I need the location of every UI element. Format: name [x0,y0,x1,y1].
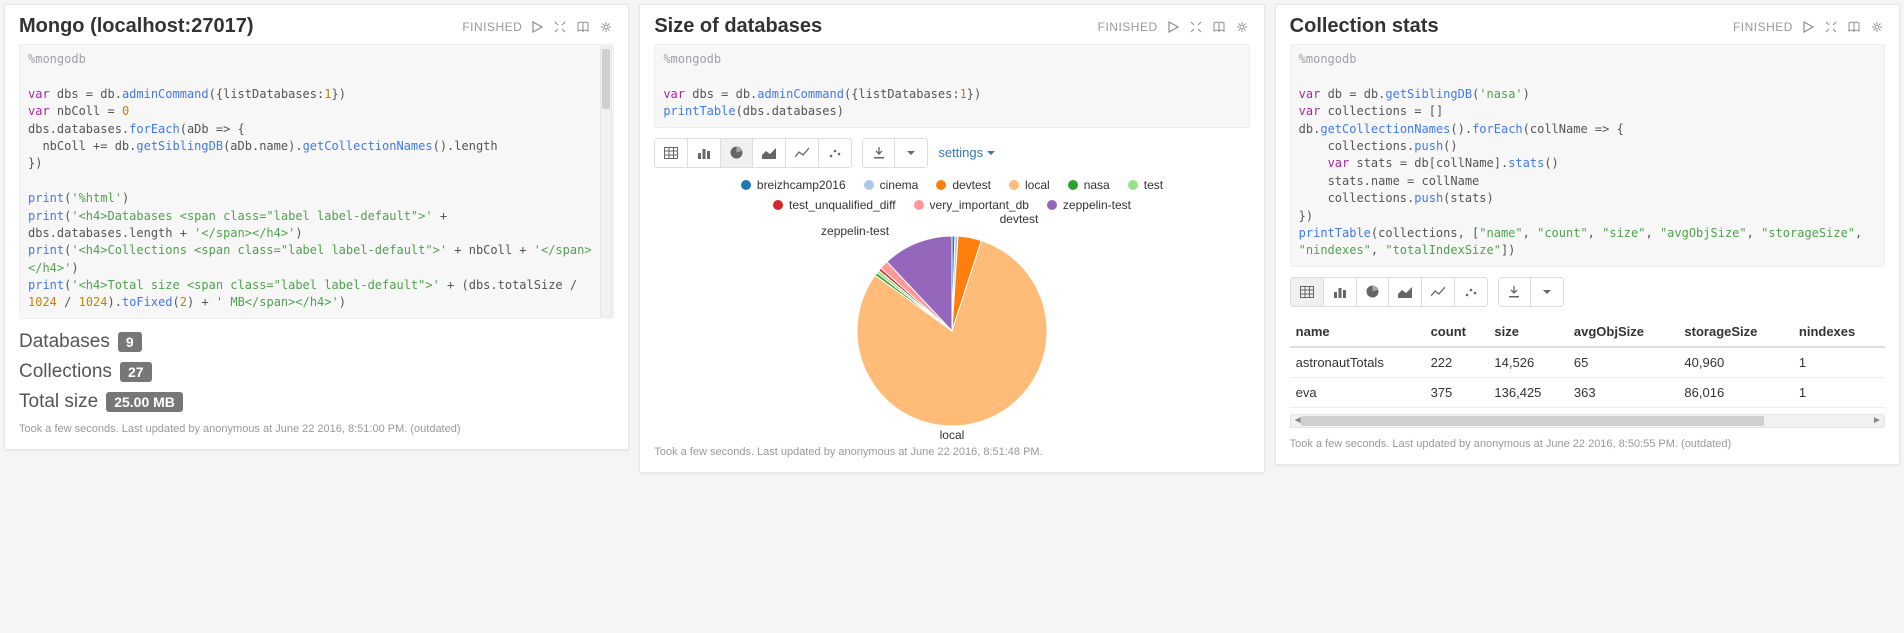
scatter-chart-button[interactable] [819,139,851,167]
horizontal-scrollbar[interactable]: ◄ ► [1290,414,1885,428]
table-row[interactable]: eva375136,42536386,0161 [1290,377,1885,407]
collapse-icon[interactable] [552,19,568,35]
column-header[interactable]: avgObjSize [1568,317,1679,347]
column-header[interactable]: nindexes [1793,317,1885,347]
pie-chart: devtest zeppelin-test local [654,216,1249,436]
area-chart-button[interactable] [1389,278,1422,306]
download-button[interactable] [863,139,895,167]
slice-label-zeppelin: zeppelin-test [821,224,889,238]
run-icon[interactable] [1800,19,1816,35]
code-editor[interactable]: %mongodb var dbs = db.adminCommand({list… [19,44,614,319]
status-badge: FINISHED [1733,20,1793,34]
pie-chart-button[interactable] [1357,278,1389,306]
legend-item[interactable]: local [1009,178,1050,192]
legend-swatch [914,200,924,210]
collections-summary: Collections 27 [19,361,614,383]
download-button[interactable] [1499,278,1531,306]
download-menu-button[interactable] [895,139,927,167]
legend-item[interactable]: breizhcamp2016 [741,178,846,192]
panel-actions: FINISHED [1733,19,1885,35]
legend-item[interactable]: test_unqualified_diff [773,198,896,212]
code-editor[interactable]: %mongodb var dbs = db.adminCommand({list… [654,44,1249,128]
gear-icon[interactable] [1234,19,1250,35]
run-icon[interactable] [1165,19,1181,35]
column-header[interactable]: size [1488,317,1567,347]
slice-label-devtest: devtest [1000,212,1039,226]
settings-link[interactable]: settings [938,145,995,160]
book-icon[interactable] [1846,19,1862,35]
scatter-chart-button[interactable] [1455,278,1487,306]
gear-icon[interactable] [598,19,614,35]
panel-footnote: Took a few seconds. Last updated by anon… [19,423,614,435]
table-view-button[interactable] [1291,278,1324,306]
slice-label-local: local [940,428,965,442]
panel-title: Collection stats [1290,15,1439,38]
table-row[interactable]: astronautTotals22214,5266540,9601 [1290,347,1885,378]
collapse-icon[interactable] [1188,19,1204,35]
collections-count: 27 [120,362,152,382]
databases-label: Databases [19,331,110,353]
panel-mongo-connection: Mongo (localhost:27017) FINISHED %mongod… [4,4,629,450]
legend-swatch [1128,180,1138,190]
panel-collection-stats: Collection stats FINISHED %mongodb var d… [1275,4,1900,465]
table-header-row: namecountsizeavgObjSizestorageSizenindex… [1290,317,1885,347]
line-chart-button[interactable] [1422,278,1455,306]
totalsize-value: 25.00 MB [106,392,183,412]
panel-footnote: Took a few seconds. Last updated by anon… [654,446,1249,458]
databases-summary: Databases 9 [19,331,614,353]
legend-item[interactable]: nasa [1068,178,1110,192]
legend-swatch [773,200,783,210]
area-chart-button[interactable] [753,139,786,167]
legend-item[interactable]: cinema [864,178,919,192]
totalsize-summary: Total size 25.00 MB [19,391,614,413]
panel-header: Collection stats FINISHED [1290,15,1885,38]
stats-table: namecountsizeavgObjSizestorageSizenindex… [1290,317,1885,408]
line-chart-button[interactable] [786,139,819,167]
chart-toolbar: settings [654,138,1249,168]
chart-toolbar [1290,277,1885,307]
legend-swatch [1068,180,1078,190]
legend-item[interactable]: very_important_db [914,198,1029,212]
panel-header: Mongo (localhost:27017) FINISHED [19,15,614,38]
databases-count: 9 [118,332,142,352]
legend-swatch [1009,180,1019,190]
gear-icon[interactable] [1869,19,1885,35]
legend-swatch [1047,200,1057,210]
column-header[interactable]: count [1425,317,1489,347]
panel-db-size: Size of databases FINISHED %mongodb var … [639,4,1264,473]
code-scrollbar[interactable] [600,46,612,317]
legend-item[interactable]: test [1128,178,1163,192]
panel-actions: FINISHED [1098,19,1250,35]
chart-legend: breizhcamp2016 cinema devtest local nasa test… [654,178,1249,212]
book-icon[interactable] [1211,19,1227,35]
run-icon[interactable] [529,19,545,35]
legend-item[interactable]: devtest [936,178,991,192]
panel-title: Size of databases [654,15,822,38]
status-badge: FINISHED [462,20,522,34]
code-editor[interactable]: %mongodb var db = db.getSiblingDB('nasa'… [1290,44,1885,267]
column-header[interactable]: name [1290,317,1425,347]
caret-down-icon [987,151,995,155]
scroll-right-icon[interactable]: ► [1870,415,1884,427]
panel-title: Mongo (localhost:27017) [19,15,253,38]
bar-chart-button[interactable] [1324,278,1357,306]
column-header[interactable]: storageSize [1678,317,1792,347]
download-menu-button[interactable] [1531,278,1563,306]
legend-swatch [936,180,946,190]
legend-swatch [741,180,751,190]
legend-swatch [864,180,874,190]
panel-footnote: Took a few seconds. Last updated by anon… [1290,438,1885,450]
book-icon[interactable] [575,19,591,35]
table-view-button[interactable] [655,139,688,167]
panel-header: Size of databases FINISHED [654,15,1249,38]
panel-actions: FINISHED [462,19,614,35]
totalsize-label: Total size [19,391,98,413]
collections-label: Collections [19,361,112,383]
pie-chart-button[interactable] [721,139,753,167]
bar-chart-button[interactable] [688,139,721,167]
legend-item[interactable]: zeppelin-test [1047,198,1131,212]
status-badge: FINISHED [1098,20,1158,34]
collapse-icon[interactable] [1823,19,1839,35]
